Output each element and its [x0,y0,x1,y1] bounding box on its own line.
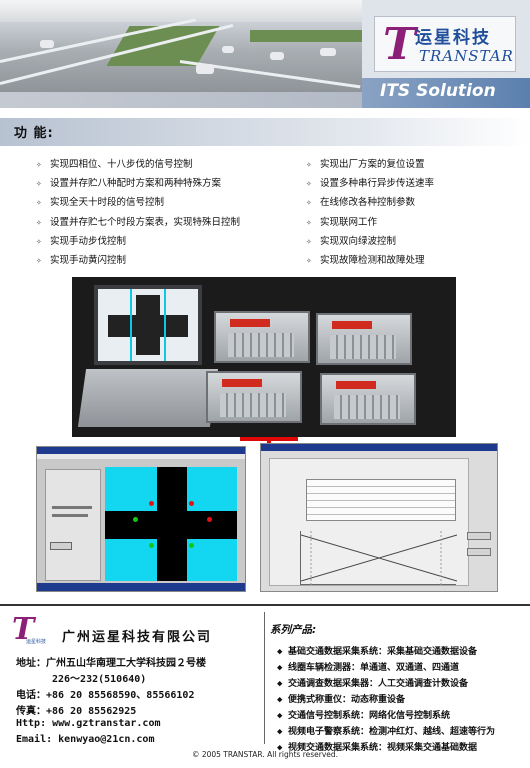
feature-item: ✧ 实现故障检测和故障处理 [306,254,425,266]
feature-item: ✧ 实现手动黄闪控制 [36,254,127,266]
product-item: ◆ 基础交通数据采集系统：采集基础交通数据设备 [277,647,478,657]
features-left-list: ✧ 实现四相位、十八步伐的信号控制 ✧ 设置并存贮八种配时方案和两种特殊方案 ✧ 实现… [36,155,240,270]
feature-item: ✧ 设置多种串行异步传送速率 [306,178,435,190]
control-panel [45,469,101,581]
controller-unit [206,371,302,423]
feature-item: ✧ 实现手动步伐控制 [36,235,127,247]
feature-item: ✧ 实现联网工作 [306,216,378,228]
highway-photo [0,0,362,92]
laptop-screen [94,285,202,365]
features-right-list: ✧ 实现出厂方案的复位设置 ✧ 设置多种串行异步传送速率 ✧ 在线修改各种控制参数 ✧… [306,155,434,270]
timing-table [306,479,456,521]
feature-item: ✧ 设置并存贮七个时段方案表，实现特殊日控制 [36,216,241,228]
green-wave-window [269,458,469,586]
product-item: ◆ 交通信号控制系统：网络化信号控制系统 [277,711,451,721]
products-title: 系列产品: [270,624,317,636]
feature-item: ✧ 实现双向绿波控制 [306,235,397,247]
feature-item: ✧ 实现四相位、十八步伐的信号控制 [36,159,193,170]
logo-chinese-name: 运星科技 [415,28,491,48]
address-line: 地址：广州五山华南理工大学科技园２号楼 [16,658,206,669]
product-item: ◆ 线圈车辆检测器：单通道、双通道、四通道 [277,663,460,673]
footer-column-divider [264,612,265,744]
footer-divider [0,604,530,606]
product-item: ◆ 便携式称重仪：动态称重设备 [277,695,406,705]
controller-unit [316,313,412,365]
website-link[interactable]: Http: www.gztranstar.com [16,718,161,729]
logo-t-icon: T [383,19,416,70]
feature-item: ✧ 设置并存贮八种配时方案和两种特殊方案 [36,178,222,190]
green-wave-screenshot [260,443,498,592]
features-title: 功 能: [14,126,54,141]
company-logo: T 运星科技 [10,612,54,648]
feature-item: ✧ 实现全天十时段的信号控制 [36,197,165,209]
signal-control-screenshot [36,446,246,592]
page-header: T 运星科技 TRANSTAR ITS Solution [0,0,530,108]
company-logo-text: 运星科技 [26,639,47,645]
fax-line: 传真：+86 20 85562925 [16,706,137,717]
email-link[interactable]: Email: kenwyao@21cn.com [16,734,154,745]
laptop-keyboard [77,369,219,427]
green-wave-chart [300,531,458,585]
feature-item: ✧ 在线修改各种控制参数 [306,197,416,209]
company-name: 广州运星科技有限公司 [62,630,213,645]
product-item: ◆ 交通调查数据采集器：人工交通调查计数设备 [277,679,469,689]
features-bar [0,118,530,146]
transtar-logo: T 运星科技 TRANSTAR [374,16,516,72]
controller-unit [214,311,310,363]
address-line-2: 226～232(510640) [52,674,147,685]
logo-english-name: TRANSTAR [419,47,514,65]
feature-item: ✧ 实现出厂方案的复位设置 [306,159,425,170]
its-solution-banner: ITS Solution [380,81,496,101]
copyright-notice: © 2005 TRANSTAR. All rights reserved. [191,750,339,759]
phone-line: 电话：+86 20 85568590、85566102 [16,690,195,701]
controller-unit [320,373,416,425]
product-photo [72,277,456,437]
product-item: ◆ 视频电子警察系统：检测冲红灯、越线、超速等行为 [277,727,496,737]
